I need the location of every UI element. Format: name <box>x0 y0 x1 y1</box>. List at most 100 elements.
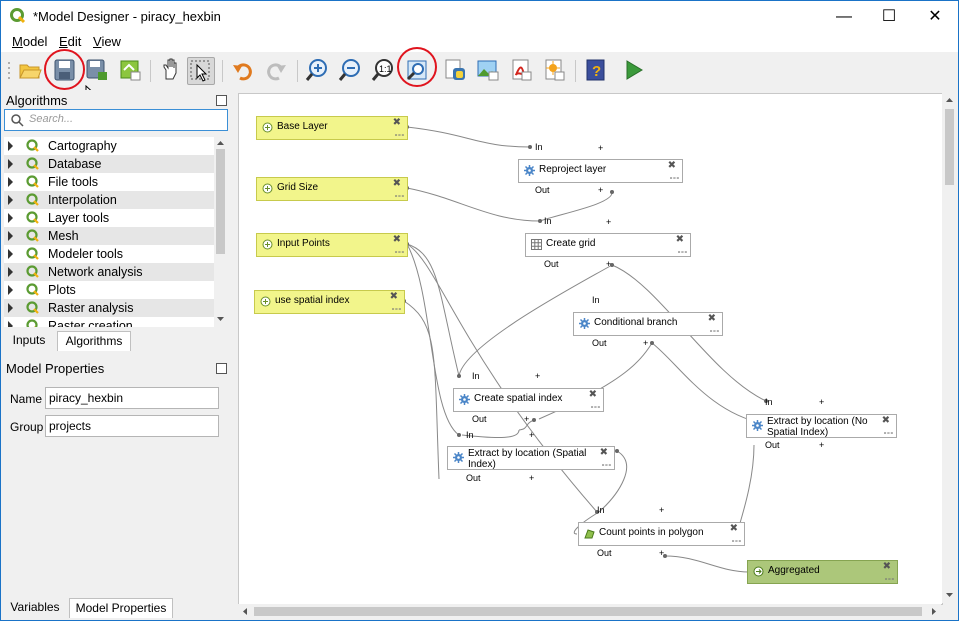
port-plus[interactable]: + <box>529 430 534 440</box>
expand-arrow-icon[interactable] <box>8 159 13 169</box>
expand-arrow-icon[interactable] <box>8 267 13 277</box>
algorithm-node-count-points[interactable]: Count points in polygon ✖ ∘∘∘ <box>578 522 745 546</box>
pan-icon[interactable] <box>158 57 184 83</box>
menu-view[interactable]: View <box>93 34 121 49</box>
node-menu-icon[interactable]: ∘∘∘ <box>590 403 601 411</box>
undock-icon[interactable] <box>216 95 227 106</box>
node-menu-icon[interactable]: ∘∘∘ <box>883 429 894 437</box>
node-menu-icon[interactable]: ∘∘∘ <box>394 248 405 256</box>
export-image-icon[interactable] <box>475 57 501 83</box>
export-svg-icon[interactable] <box>541 57 567 83</box>
maximize-button[interactable]: ☐ <box>866 1 912 32</box>
node-menu-icon[interactable]: ∘∘∘ <box>677 248 688 256</box>
tree-item-cartography[interactable]: Cartography <box>4 137 214 155</box>
tab-variables[interactable]: Variables <box>4 598 66 617</box>
delete-node-icon[interactable]: ✖ <box>600 447 608 458</box>
group-field[interactable]: projects <box>45 415 219 437</box>
save-as-icon[interactable] <box>84 57 110 83</box>
delete-node-icon[interactable]: ✖ <box>708 313 716 324</box>
delete-node-icon[interactable]: ✖ <box>668 160 676 171</box>
port-plus[interactable]: + <box>529 473 534 483</box>
tree-item-layer-tools[interactable]: Layer tools <box>4 209 214 227</box>
node-menu-icon[interactable]: ∘∘∘ <box>669 174 680 182</box>
port-plus[interactable]: + <box>598 185 603 195</box>
select-icon[interactable] <box>187 57 215 85</box>
node-menu-icon[interactable]: ∘∘∘ <box>884 575 895 583</box>
port-plus[interactable]: + <box>643 338 648 348</box>
expand-arrow-icon[interactable] <box>8 321 13 327</box>
algorithm-node-create-spatial-index[interactable]: Create spatial index ✖ ∘∘∘ <box>453 388 604 412</box>
algorithm-list-scrollbar[interactable] <box>214 137 227 327</box>
port-plus[interactable]: + <box>524 414 529 424</box>
undo-icon[interactable] <box>230 57 256 83</box>
port-plus[interactable]: + <box>606 217 611 227</box>
name-field[interactable]: piracy_hexbin <box>45 387 219 409</box>
input-node-use-spatial-index[interactable]: use spatial index ✖ ∘∘∘ <box>254 290 405 314</box>
port-plus[interactable]: + <box>659 548 664 558</box>
tree-item-modeler-tools[interactable]: Modeler tools <box>4 245 214 263</box>
export-python-icon[interactable] <box>442 57 468 83</box>
expand-arrow-icon[interactable] <box>8 177 13 187</box>
input-node-input-points[interactable]: Input Points ✖ ∘∘∘ <box>256 233 408 257</box>
minimize-button[interactable]: — <box>821 1 867 32</box>
zoom-in-icon[interactable] <box>304 57 330 83</box>
search-input[interactable]: Search... <box>4 109 228 131</box>
tree-item-mesh[interactable]: Mesh <box>4 227 214 245</box>
tree-item-raster-creation[interactable]: Raster creation <box>4 317 214 327</box>
delete-node-icon[interactable]: ✖ <box>730 523 738 534</box>
close-button[interactable]: ✕ <box>912 1 958 32</box>
menu-edit[interactable]: Edit <box>59 34 81 49</box>
algorithm-node-reproject-layer[interactable]: Reproject layer ✖ ∘∘∘ <box>518 159 683 183</box>
input-node-base-layer[interactable]: Base Layer ✖ ∘∘∘ <box>256 116 408 140</box>
port-plus[interactable]: + <box>598 143 603 153</box>
tree-item-network-analysis[interactable]: Network analysis <box>4 263 214 281</box>
delete-node-icon[interactable]: ✖ <box>390 291 398 302</box>
expand-arrow-icon[interactable] <box>8 303 13 313</box>
expand-arrow-icon[interactable] <box>8 195 13 205</box>
zoom-actual-icon[interactable]: 1:1 <box>370 57 396 83</box>
port-plus[interactable]: + <box>819 397 824 407</box>
expand-arrow-icon[interactable] <box>8 249 13 259</box>
algorithm-node-extract-no-spatial-index[interactable]: Extract by location (No Spatial Index) ✖… <box>746 414 897 438</box>
node-menu-icon[interactable]: ∘∘∘ <box>601 461 612 469</box>
node-menu-icon[interactable]: ∘∘∘ <box>391 305 402 313</box>
tree-item-raster-analysis[interactable]: Raster analysis <box>4 299 214 317</box>
node-menu-icon[interactable]: ∘∘∘ <box>394 131 405 139</box>
expand-arrow-icon[interactable] <box>8 213 13 223</box>
tree-item-file-tools[interactable]: File tools <box>4 173 214 191</box>
export-pdf-icon[interactable] <box>508 57 534 83</box>
model-canvas[interactable]: Base Layer ✖ ∘∘∘ Grid Size ✖ ∘∘∘ Input P… <box>238 93 943 605</box>
delete-node-icon[interactable]: ✖ <box>882 415 890 426</box>
expand-arrow-icon[interactable] <box>8 231 13 241</box>
input-node-grid-size[interactable]: Grid Size ✖ ∘∘∘ <box>256 177 408 201</box>
node-menu-icon[interactable]: ∘∘∘ <box>394 192 405 200</box>
delete-node-icon[interactable]: ✖ <box>883 561 891 572</box>
algorithm-node-extract-spatial-index[interactable]: Extract by location (Spatial Index) ✖ ∘∘… <box>447 446 615 470</box>
undock-icon[interactable] <box>216 363 227 374</box>
help-icon[interactable]: ? <box>583 57 609 83</box>
algorithm-node-conditional-branch[interactable]: Conditional branch ✖ ∘∘∘ <box>573 312 723 336</box>
expand-arrow-icon[interactable] <box>8 141 13 151</box>
delete-node-icon[interactable]: ✖ <box>589 389 597 400</box>
tree-item-database[interactable]: Database <box>4 155 214 173</box>
port-plus[interactable]: + <box>659 505 664 515</box>
node-menu-icon[interactable]: ∘∘∘ <box>709 327 720 335</box>
menu-model[interactable]: Model <box>12 34 47 49</box>
delete-node-icon[interactable]: ✖ <box>393 178 401 189</box>
canvas-horizontal-scrollbar[interactable] <box>238 604 941 619</box>
delete-node-icon[interactable]: ✖ <box>393 117 401 128</box>
port-plus[interactable]: + <box>535 371 540 381</box>
tree-item-plots[interactable]: Plots <box>4 281 214 299</box>
open-model-icon[interactable] <box>17 57 43 83</box>
delete-node-icon[interactable]: ✖ <box>676 234 684 245</box>
tab-model-properties[interactable]: Model Properties <box>69 598 173 618</box>
port-plus[interactable]: + <box>606 259 611 269</box>
algorithm-node-create-grid[interactable]: Create grid ✖ ∘∘∘ <box>525 233 691 257</box>
save-to-project-icon[interactable] <box>117 57 143 83</box>
expand-arrow-icon[interactable] <box>8 285 13 295</box>
canvas-vertical-scrollbar[interactable] <box>942 93 957 603</box>
run-model-icon[interactable] <box>621 57 647 83</box>
redo-icon[interactable] <box>263 57 289 83</box>
tree-item-interpolation[interactable]: Interpolation <box>4 191 214 209</box>
zoom-out-icon[interactable] <box>337 57 363 83</box>
